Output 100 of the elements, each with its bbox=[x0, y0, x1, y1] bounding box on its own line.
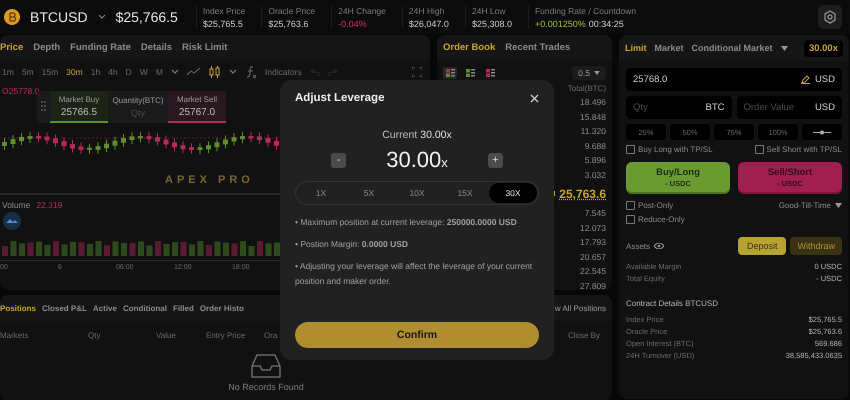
confirm-button[interactable]: Confirm bbox=[295, 322, 539, 348]
bid-total: 7.545 bbox=[584, 208, 606, 218]
column-header: Entry Price bbox=[206, 331, 246, 340]
quantity-label: Quantity(BTC) bbox=[112, 96, 164, 105]
view-all-link[interactable]: w All Positions bbox=[554, 304, 612, 312]
settings-button[interactable] bbox=[818, 5, 842, 29]
coin-icon bbox=[4, 9, 20, 25]
checkbox-label: Post-Only bbox=[638, 201, 674, 210]
checkbox[interactable] bbox=[626, 145, 635, 154]
checkbox[interactable] bbox=[626, 215, 635, 224]
chart-tab[interactable]: Depth bbox=[33, 42, 60, 53]
stat-value: $25,765.5 bbox=[202, 18, 243, 28]
book-layout-icon[interactable] bbox=[483, 67, 497, 79]
order-type-dropdown-icon[interactable] bbox=[780, 46, 788, 50]
price-field[interactable]: 25768.0 USD bbox=[626, 68, 842, 91]
stat-value: +0.001250% bbox=[534, 18, 586, 28]
ask-total: 11.320 bbox=[580, 126, 606, 136]
column-header: Close By bbox=[568, 331, 601, 340]
symbol-chevron-icon[interactable] bbox=[98, 14, 106, 20]
bid-total: 12.073 bbox=[580, 222, 606, 233]
book-layout-icon[interactable] bbox=[463, 67, 477, 79]
leverage-option[interactable]: 10X bbox=[393, 183, 441, 203]
market-sell-button[interactable]: Market Sell 25767.0 bbox=[168, 91, 226, 123]
stat-label: Index Price bbox=[202, 6, 246, 16]
market-buy-button[interactable]: Market Buy 25766.5 bbox=[50, 91, 108, 123]
chart-logo: APEX PRO bbox=[165, 174, 254, 186]
interval-option[interactable]: 5m bbox=[22, 67, 34, 77]
checkbox[interactable] bbox=[626, 201, 635, 210]
cloud-icon[interactable] bbox=[3, 212, 21, 230]
decrease-button[interactable]: - bbox=[331, 152, 346, 168]
drag-handle-icon[interactable] bbox=[41, 101, 46, 111]
precision-dropdown[interactable]: 0.5 bbox=[572, 66, 606, 80]
stat-value: -0.04% bbox=[338, 18, 367, 28]
order-type-tab[interactable]: Limit bbox=[625, 43, 646, 53]
chart-tab[interactable]: Funding Rate bbox=[70, 42, 131, 53]
interval-option[interactable]: D bbox=[126, 67, 132, 77]
quantity-field[interactable]: Qty BTC bbox=[626, 96, 732, 119]
leverage-option[interactable]: 30X bbox=[489, 183, 537, 203]
order-type-tab[interactable]: Market bbox=[654, 43, 684, 53]
chart-tab[interactable]: Risk Limit bbox=[182, 42, 228, 53]
positions-tab[interactable]: Filled bbox=[172, 304, 194, 312]
positions-tab[interactable]: Active bbox=[92, 304, 117, 312]
book-layout-icon[interactable] bbox=[443, 67, 457, 79]
leverage-option[interactable]: 5X bbox=[345, 183, 393, 203]
positions-tab[interactable]: Order Histo bbox=[200, 304, 244, 312]
checkbox-label: Buy Long with TP/SL bbox=[638, 145, 713, 154]
interval-option[interactable]: 1h bbox=[90, 67, 100, 77]
dropdown-triangle-icon bbox=[594, 71, 600, 75]
ask-total: 9.688 bbox=[584, 140, 606, 151]
chart-type-chevron-icon[interactable] bbox=[228, 69, 237, 75]
fullscreen-icon[interactable] bbox=[412, 67, 422, 77]
checkbox[interactable] bbox=[754, 145, 764, 154]
stat-value: $25,763.6 bbox=[268, 18, 308, 28]
settings-icon bbox=[823, 10, 837, 24]
bid-total: 22.545 bbox=[580, 266, 606, 276]
current-leverage-value: 30.00x bbox=[420, 129, 452, 141]
leverage-option[interactable]: 15X bbox=[441, 183, 489, 203]
candlestick-icon[interactable] bbox=[208, 66, 221, 78]
increase-button[interactable]: + bbox=[488, 152, 503, 168]
interval-option[interactable]: 4h bbox=[108, 67, 118, 77]
edit-icon[interactable] bbox=[800, 75, 810, 84]
current-leverage-label: Current bbox=[382, 129, 418, 141]
volume-value: 22.319 bbox=[36, 200, 62, 210]
order-value-field[interactable]: Order Value USD bbox=[736, 96, 842, 119]
column-header: Qty bbox=[88, 331, 102, 340]
interval-option[interactable]: W bbox=[140, 67, 148, 77]
stat-label: 24H Change bbox=[338, 6, 386, 16]
interval-option[interactable]: 15m bbox=[42, 67, 58, 77]
ask-total: 18.496 bbox=[580, 97, 606, 108]
leverage-option[interactable]: 1X bbox=[297, 183, 345, 203]
book-tab[interactable]: Recent Trades bbox=[505, 42, 570, 53]
eye-icon[interactable] bbox=[654, 243, 664, 249]
withdraw-button[interactable]: Withdraw bbox=[790, 237, 842, 255]
interval-option[interactable]: M bbox=[156, 67, 163, 77]
time-in-force-dropdown[interactable]: Good-Till-Time bbox=[778, 201, 831, 210]
stat-value: $25,308.0 bbox=[472, 18, 512, 28]
market-symbol[interactable]: BTCUSD bbox=[30, 9, 88, 25]
slider-button[interactable] bbox=[802, 124, 842, 140]
function-icon[interactable] bbox=[244, 66, 257, 78]
positions-tab[interactable]: Conditional bbox=[122, 304, 167, 312]
positions-tab[interactable]: Positions bbox=[0, 304, 36, 312]
interval-option[interactable]: 30m bbox=[66, 67, 83, 77]
book-tab[interactable]: Order Book bbox=[443, 42, 496, 53]
chart-tab[interactable]: Details bbox=[140, 42, 172, 53]
interval-option[interactable]: 1m bbox=[2, 67, 14, 77]
close-icon[interactable] bbox=[530, 94, 539, 102]
column-header: Total(BTC) bbox=[566, 83, 607, 95]
ask-total: 3.032 bbox=[584, 170, 606, 180]
order-type-tab[interactable]: Conditional Market bbox=[692, 43, 773, 53]
leverage-note: • Adjusting your leverage will affect the leverage of your current position and maker order. bbox=[295, 260, 534, 288]
contract-details-title: Contract Details BTCUSD bbox=[626, 299, 720, 308]
interval-chevron-icon[interactable] bbox=[170, 69, 179, 75]
stat-label: Funding Rate / Countdown bbox=[534, 6, 636, 16]
dropdown-triangle-icon[interactable] bbox=[835, 203, 842, 208]
indicators-button[interactable]: Indicators bbox=[264, 67, 302, 77]
positions-tab[interactable]: Closed P&L bbox=[42, 304, 87, 312]
leverage-button[interactable]: 30.00x bbox=[804, 40, 843, 56]
deposit-button[interactable]: Deposit bbox=[738, 237, 786, 255]
line-chart-icon[interactable] bbox=[186, 68, 201, 76]
chart-tab[interactable]: Price bbox=[0, 42, 24, 53]
